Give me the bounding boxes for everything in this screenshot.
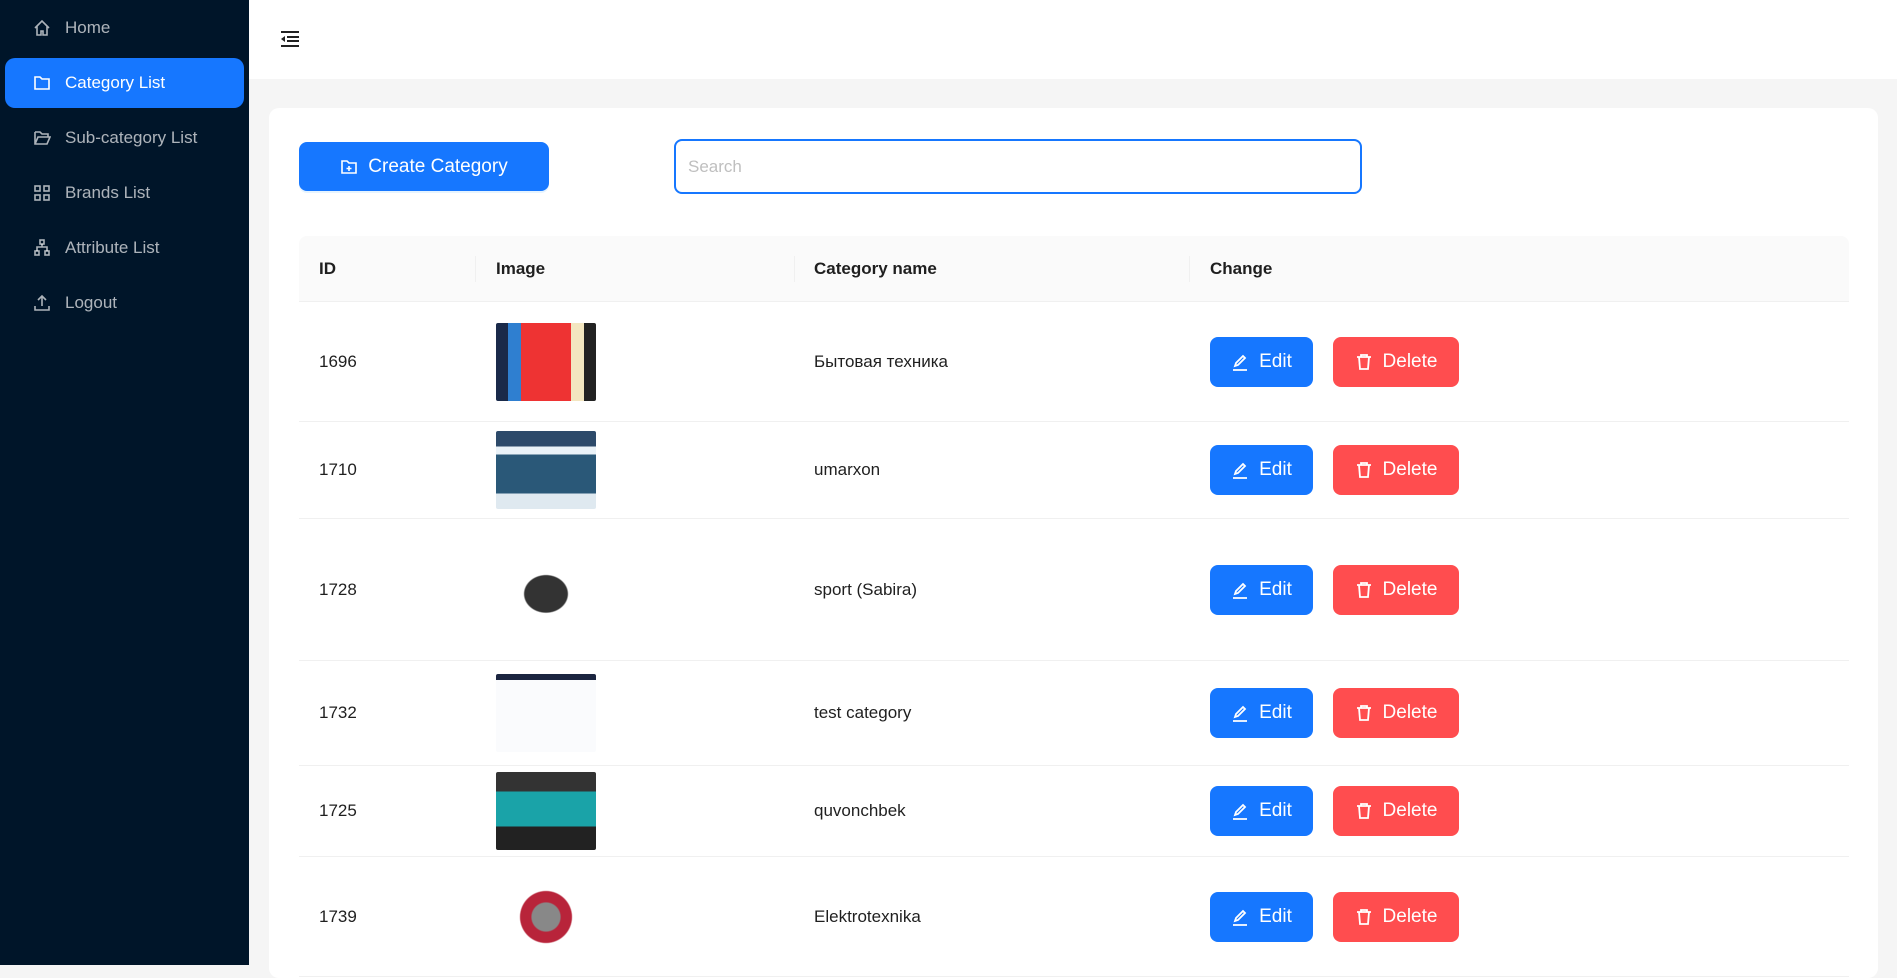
column-divider <box>475 256 476 282</box>
delete-button[interactable]: Delete <box>1333 786 1459 836</box>
category-image <box>496 322 596 401</box>
category-table: ID Image Category name Change 1696 Бытов… <box>299 236 1849 977</box>
delete-button[interactable]: Delete <box>1333 445 1459 495</box>
category-image <box>496 550 596 629</box>
table-row: 1728 sport (Sabira) Edit Delete <box>299 519 1849 661</box>
edit-icon <box>1233 909 1248 926</box>
table-header: ID Image Category name Change <box>299 236 1849 302</box>
edit-label: Edit <box>1259 702 1292 723</box>
create-category-label: Create Category <box>368 155 508 177</box>
column-header-id: ID <box>319 259 336 278</box>
row-id: 1710 <box>319 460 357 479</box>
folder-open-icon <box>34 131 51 145</box>
delete-label: Delete <box>1382 800 1438 821</box>
table-row: 1732 test category Edit Delete <box>299 661 1849 766</box>
edit-label: Edit <box>1259 800 1292 821</box>
upload-icon <box>34 294 50 311</box>
table-row: 1739 Elektrotexnika Edit Delete <box>299 857 1849 977</box>
column-divider <box>1189 256 1190 282</box>
edit-icon <box>1233 354 1248 371</box>
edit-label: Edit <box>1259 459 1292 480</box>
delete-button[interactable]: Delete <box>1333 688 1459 738</box>
edit-button[interactable]: Edit <box>1210 336 1313 387</box>
column-header-image: Image <box>496 259 546 278</box>
table-row: 1710 umarxon Edit Delete <box>299 422 1849 519</box>
sidebar: Home Category List Sub-category List Bra… <box>0 0 249 965</box>
search-input[interactable] <box>674 139 1362 194</box>
table-row: 1725 quvonchbek Edit Delete <box>299 766 1849 857</box>
row-id: 1739 <box>319 906 357 926</box>
delete-button[interactable]: Delete <box>1333 336 1459 387</box>
category-name: test category <box>814 703 912 722</box>
delete-label: Delete <box>1382 459 1438 480</box>
sidebar-item-label: Logout <box>65 293 117 312</box>
edit-label: Edit <box>1259 905 1292 927</box>
edit-icon <box>1233 705 1248 722</box>
row-id: 1725 <box>319 801 357 820</box>
content-card: Create Category ID Image Category name C… <box>269 108 1878 978</box>
edit-icon <box>1233 582 1248 599</box>
trash-icon <box>1356 908 1371 925</box>
edit-label: Edit <box>1259 578 1292 600</box>
category-name: sport (Sabira) <box>814 579 917 599</box>
row-id: 1696 <box>319 351 357 371</box>
edit-icon <box>1233 462 1248 479</box>
create-category-button[interactable]: Create Category <box>299 142 549 191</box>
delete-label: Delete <box>1382 702 1438 723</box>
hierarchy-icon <box>34 239 50 256</box>
edit-button[interactable]: Edit <box>1210 688 1313 738</box>
category-image <box>496 674 596 752</box>
grid-icon <box>34 185 50 201</box>
category-image <box>496 431 596 509</box>
category-name: quvonchbek <box>814 801 906 820</box>
sidebar-item-home[interactable]: Home <box>5 3 244 53</box>
row-id: 1732 <box>319 703 357 722</box>
sidebar-item-label: Brands List <box>65 183 151 202</box>
edit-button[interactable]: Edit <box>1210 564 1313 615</box>
sidebar-item-label: Home <box>65 18 111 37</box>
sidebar-item-label: Sub-category List <box>65 128 198 147</box>
row-id: 1728 <box>319 579 357 599</box>
home-icon <box>34 19 50 36</box>
sidebar-item-label: Category List <box>65 73 166 92</box>
column-divider <box>794 256 795 282</box>
edit-icon <box>1233 803 1248 820</box>
category-image <box>496 772 596 850</box>
category-name: umarxon <box>814 460 881 479</box>
column-header-change: Change <box>1210 259 1273 278</box>
category-name: Elektrotexnika <box>814 906 921 926</box>
menu-fold-icon[interactable] <box>279 28 301 50</box>
folder-icon <box>34 76 50 90</box>
table-row: 1696 Бытовая техника Edit Delete <box>299 302 1849 422</box>
sidebar-item-sub-category-list[interactable]: Sub-category List <box>5 113 244 163</box>
sidebar-item-brands-list[interactable]: Brands List <box>5 168 244 218</box>
sidebar-item-logout[interactable]: Logout <box>5 278 244 328</box>
header <box>249 0 1897 79</box>
delete-label: Delete <box>1382 905 1438 927</box>
edit-button[interactable]: Edit <box>1210 786 1313 836</box>
category-name: Бытовая техника <box>814 351 948 371</box>
edit-button[interactable]: Edit <box>1210 445 1313 495</box>
column-header-category-name: Category name <box>814 259 937 278</box>
delete-button[interactable]: Delete <box>1333 891 1459 942</box>
edit-label: Edit <box>1259 350 1292 372</box>
trash-icon <box>1356 353 1371 370</box>
delete-button[interactable]: Delete <box>1333 564 1459 615</box>
trash-icon <box>1356 705 1371 721</box>
sidebar-item-category-list[interactable]: Category List <box>5 58 244 108</box>
folder-add-icon <box>341 159 358 174</box>
sidebar-item-label: Attribute List <box>65 238 160 257</box>
sidebar-item-attribute-list[interactable]: Attribute List <box>5 223 244 273</box>
delete-label: Delete <box>1382 350 1438 372</box>
delete-label: Delete <box>1382 578 1438 600</box>
trash-icon <box>1356 462 1371 478</box>
category-image <box>496 877 596 956</box>
edit-button[interactable]: Edit <box>1210 891 1313 942</box>
trash-icon <box>1356 803 1371 819</box>
trash-icon <box>1356 581 1371 598</box>
